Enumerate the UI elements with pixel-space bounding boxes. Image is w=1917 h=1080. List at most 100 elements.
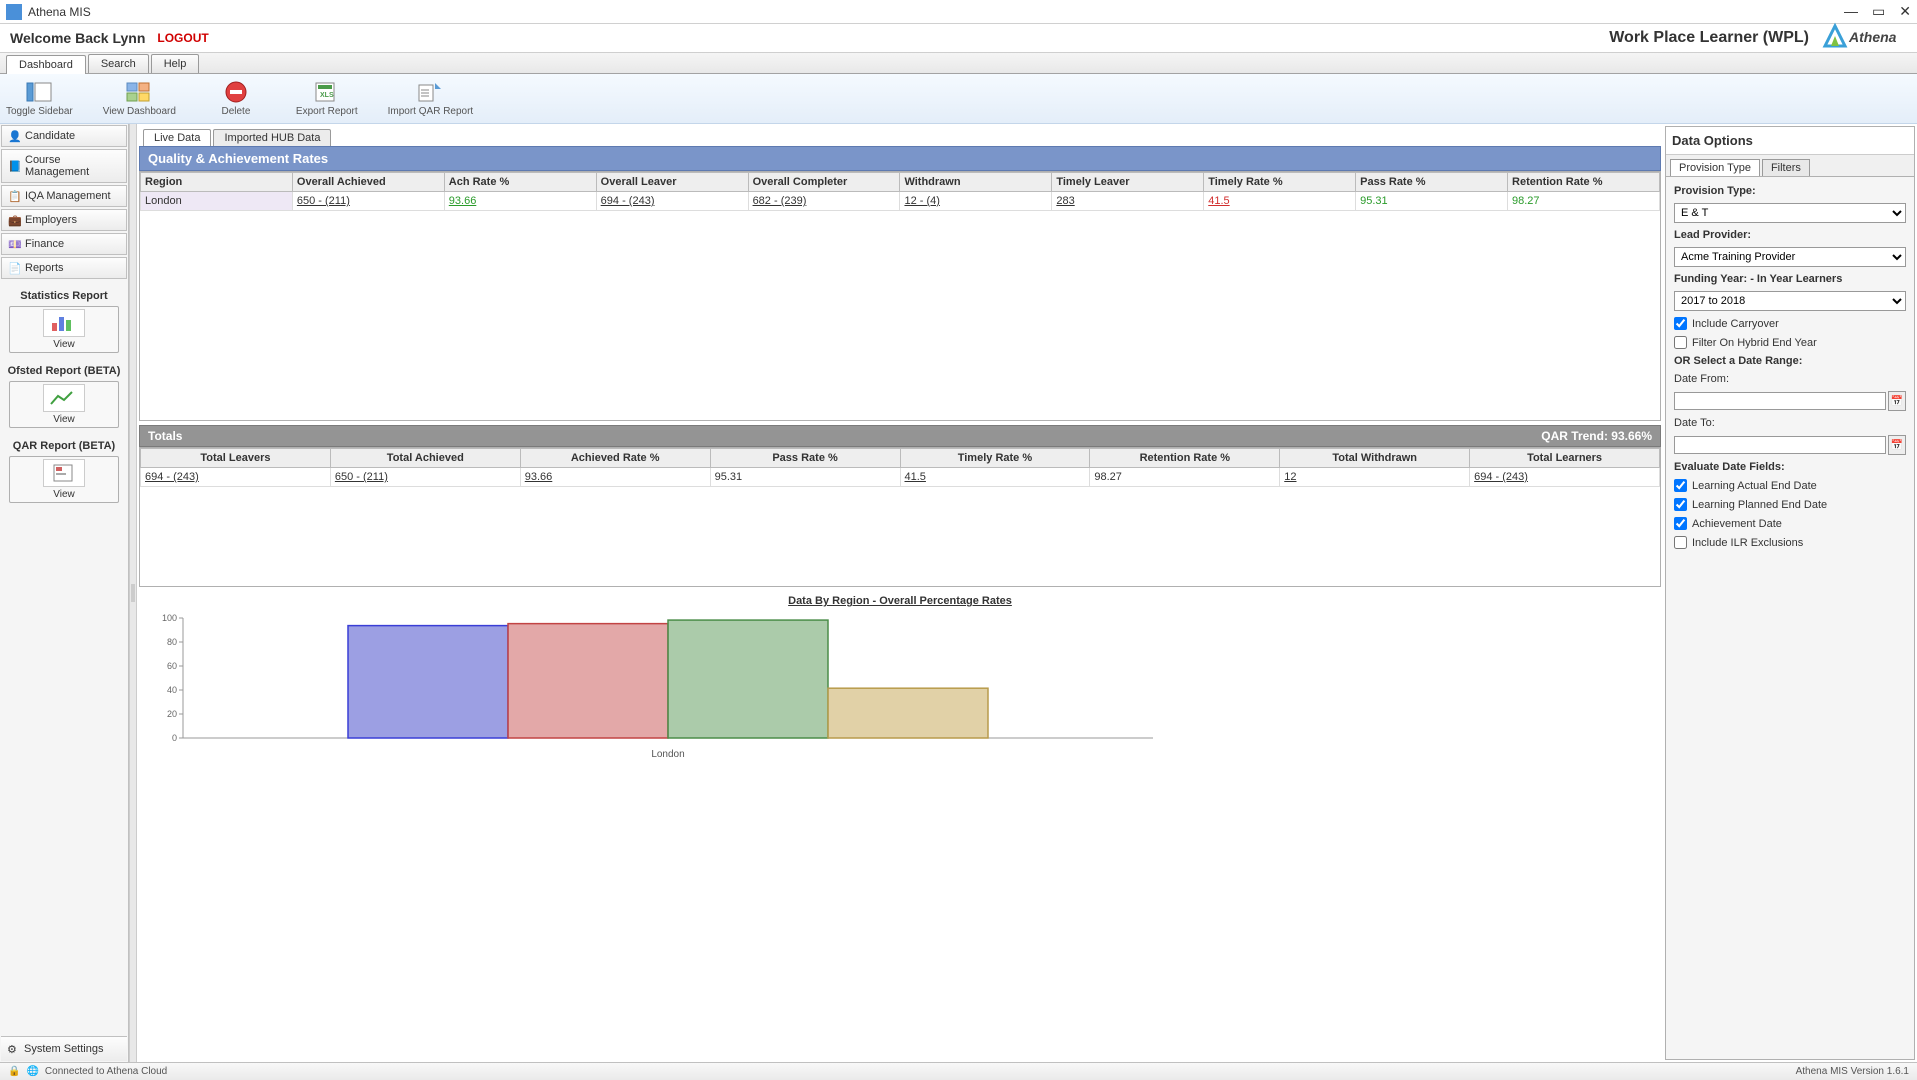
cell-ach-rate[interactable]: 93.66 xyxy=(449,195,477,207)
export-report-button[interactable]: XLS Export Report xyxy=(296,80,358,117)
welcome-text: Welcome Back Lynn xyxy=(10,30,145,46)
svg-text:100: 100 xyxy=(162,613,177,623)
app-icon xyxy=(6,4,22,20)
opt-tab-provision[interactable]: Provision Type xyxy=(1670,159,1760,176)
globe-icon: 🌐 xyxy=(26,1066,38,1077)
bar-chart: 020406080100London xyxy=(143,613,1163,1056)
statistics-report-title: Statistics Report xyxy=(4,290,124,302)
subtab-live-data[interactable]: Live Data xyxy=(143,129,211,146)
date-from-picker-icon[interactable]: 📅 xyxy=(1888,391,1906,411)
qar-report-button[interactable]: View xyxy=(9,456,119,503)
sidebar-item-course[interactable]: 📘Course Management xyxy=(1,149,127,183)
grid-icon xyxy=(125,80,153,104)
data-options-title: Data Options xyxy=(1666,127,1914,155)
opt-tab-filters[interactable]: Filters xyxy=(1762,159,1810,176)
eval-label: Evaluate Date Fields: xyxy=(1674,461,1906,473)
totals-table: Total Leavers Total Achieved Achieved Ra… xyxy=(140,448,1660,487)
cell-overall-achieved[interactable]: 650 - (211) xyxy=(297,195,350,207)
qar-trend: QAR Trend: 93.66% xyxy=(1541,429,1652,443)
ofsted-report-title: Ofsted Report (BETA) xyxy=(4,365,124,377)
toggle-sidebar-button[interactable]: Toggle Sidebar xyxy=(6,80,73,117)
import-icon xyxy=(416,80,444,104)
date-from-label: Date From: xyxy=(1674,373,1906,385)
cell-withdrawn[interactable]: 12 - (4) xyxy=(904,195,939,207)
region-table: Region Overall Achieved Ach Rate % Overa… xyxy=(140,172,1660,211)
svg-text:40: 40 xyxy=(167,685,177,695)
panel-heading: Quality & Achievement Rates xyxy=(139,146,1661,171)
or-range-label: OR Select a Date Range: xyxy=(1674,355,1906,367)
version-text: Athena MIS Version 1.6.1 xyxy=(1796,1066,1909,1077)
status-text: Connected to Athena Cloud xyxy=(45,1066,167,1077)
export-icon: XLS xyxy=(313,80,341,104)
svg-text:20: 20 xyxy=(167,709,177,719)
tab-dashboard[interactable]: Dashboard xyxy=(6,55,86,74)
carryover-checkbox[interactable] xyxy=(1674,317,1687,330)
date-to-label: Date To: xyxy=(1674,417,1906,429)
table-row[interactable]: London 650 - (211) 93.66 694 - (243) 682… xyxy=(141,192,1660,211)
eval-planned-checkbox[interactable] xyxy=(1674,498,1687,511)
tab-help[interactable]: Help xyxy=(151,54,200,73)
logout-link[interactable]: LOGOUT xyxy=(157,31,208,45)
clipboard-icon: 📋 xyxy=(8,190,20,202)
cell-pass-rate: 95.31 xyxy=(1360,195,1388,207)
minimize-icon[interactable]: — xyxy=(1844,3,1858,20)
eval-achievement-checkbox[interactable] xyxy=(1674,517,1687,530)
lead-label: Lead Provider: xyxy=(1674,229,1906,241)
svg-text:XLS: XLS xyxy=(320,92,334,99)
svg-text:Athena: Athena xyxy=(1848,29,1897,45)
sidebar-icon xyxy=(25,80,53,104)
window-title: Athena MIS xyxy=(28,5,91,19)
system-settings-button[interactable]: ⚙System Settings xyxy=(1,1036,127,1061)
report-icon: 📄 xyxy=(8,262,20,274)
person-icon: 👤 xyxy=(8,130,20,142)
provision-label: Provision Type: xyxy=(1674,185,1906,197)
cell-timely-rate[interactable]: 41.5 xyxy=(1208,195,1229,207)
svg-text:60: 60 xyxy=(167,661,177,671)
close-icon[interactable]: ✕ xyxy=(1899,3,1911,20)
cell-timely-leaver[interactable]: 283 xyxy=(1056,195,1074,207)
course-icon: 📘 xyxy=(8,160,20,172)
svg-text:0: 0 xyxy=(172,733,177,743)
eval-actual-checkbox[interactable] xyxy=(1674,479,1687,492)
funding-year-select[interactable]: 2017 to 2018 xyxy=(1674,291,1906,311)
ofsted-report-button[interactable]: View xyxy=(9,381,119,428)
totals-heading: Totals xyxy=(148,429,182,443)
hybrid-checkbox[interactable] xyxy=(1674,336,1687,349)
import-qar-button[interactable]: Import QAR Report xyxy=(388,80,474,117)
delete-button[interactable]: Delete xyxy=(206,80,266,117)
statistics-report-button[interactable]: View xyxy=(9,306,119,353)
sidebar-item-finance[interactable]: 💷Finance xyxy=(1,233,127,255)
svg-text:London: London xyxy=(651,749,684,760)
date-to-picker-icon[interactable]: 📅 xyxy=(1888,435,1906,455)
lock-icon: 🔒 xyxy=(8,1066,20,1077)
line-chart-icon xyxy=(43,384,85,412)
qar-report-title: QAR Report (BETA) xyxy=(4,440,124,452)
maximize-icon[interactable]: ▭ xyxy=(1872,3,1885,20)
tab-search[interactable]: Search xyxy=(88,54,149,73)
sidebar-item-reports[interactable]: 📄Reports xyxy=(1,257,127,279)
provision-select[interactable]: E & T xyxy=(1674,203,1906,223)
sidebar-item-candidate[interactable]: 👤Candidate xyxy=(1,125,127,147)
sidebar-item-iqa[interactable]: 📋IQA Management xyxy=(1,185,127,207)
gear-icon: ⚙ xyxy=(7,1043,19,1055)
chart-title: Data By Region - Overall Percentage Rate… xyxy=(143,595,1657,607)
briefcase-icon: 💼 xyxy=(8,214,20,226)
table-row[interactable]: 694 - (243) 650 - (211) 93.66 95.31 41.5… xyxy=(141,468,1660,487)
cell-overall-leaver[interactable]: 694 - (243) xyxy=(601,195,655,207)
bar-chart-icon xyxy=(43,309,85,337)
athena-logo-icon: Athena xyxy=(1817,22,1907,55)
lead-provider-select[interactable]: Acme Training Provider xyxy=(1674,247,1906,267)
sidebar-item-employers[interactable]: 💼Employers xyxy=(1,209,127,231)
date-from-input[interactable] xyxy=(1674,392,1886,410)
cell-overall-completer[interactable]: 682 - (239) xyxy=(753,195,807,207)
view-dashboard-button[interactable]: View Dashboard xyxy=(103,80,176,117)
doc-icon xyxy=(43,459,85,487)
delete-icon xyxy=(222,80,250,104)
subtab-imported-hub[interactable]: Imported HUB Data xyxy=(213,129,331,146)
cell-retention-rate: 98.27 xyxy=(1512,195,1540,207)
money-icon: 💷 xyxy=(8,238,20,250)
sidebar-resize-handle[interactable] xyxy=(129,124,137,1062)
ilr-checkbox[interactable] xyxy=(1674,536,1687,549)
date-to-input[interactable] xyxy=(1674,436,1886,454)
fy-label: Funding Year: - In Year Learners xyxy=(1674,273,1906,285)
